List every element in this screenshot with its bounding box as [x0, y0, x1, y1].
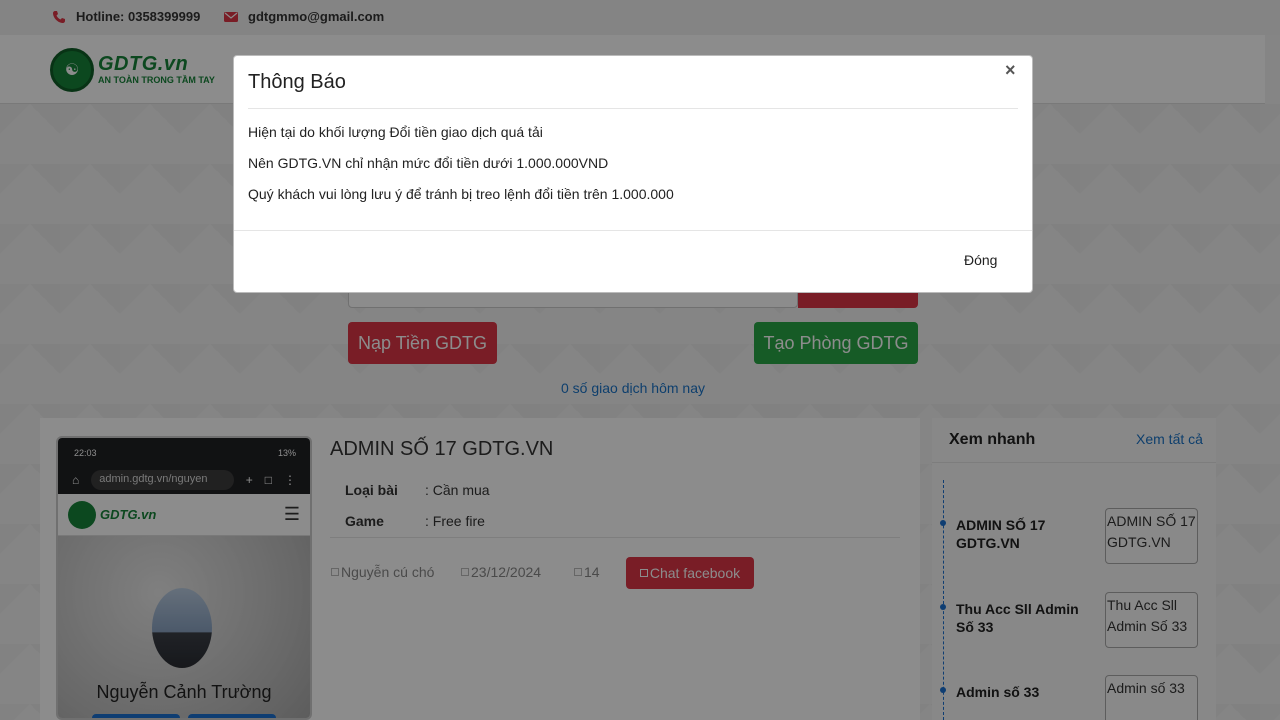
modal-close-button[interactable]: Đóng [964, 252, 997, 268]
notice-modal: Thông Báo × Hiện tại do khối lượng Đổi t… [233, 55, 1033, 293]
modal-line: Quý khách vui lòng lưu ý để tránh bị tre… [248, 186, 674, 202]
modal-title: Thông Báo [248, 71, 346, 93]
modal-line: Nên GDTG.VN chỉ nhận mức đổi tiền dưới 1… [248, 155, 609, 171]
modal-header-divider [248, 108, 1018, 109]
close-icon[interactable]: × [1005, 60, 1016, 81]
modal-footer-divider [234, 230, 1032, 231]
modal-line: Hiện tại do khối lượng Đổi tiền giao dịc… [248, 124, 543, 140]
